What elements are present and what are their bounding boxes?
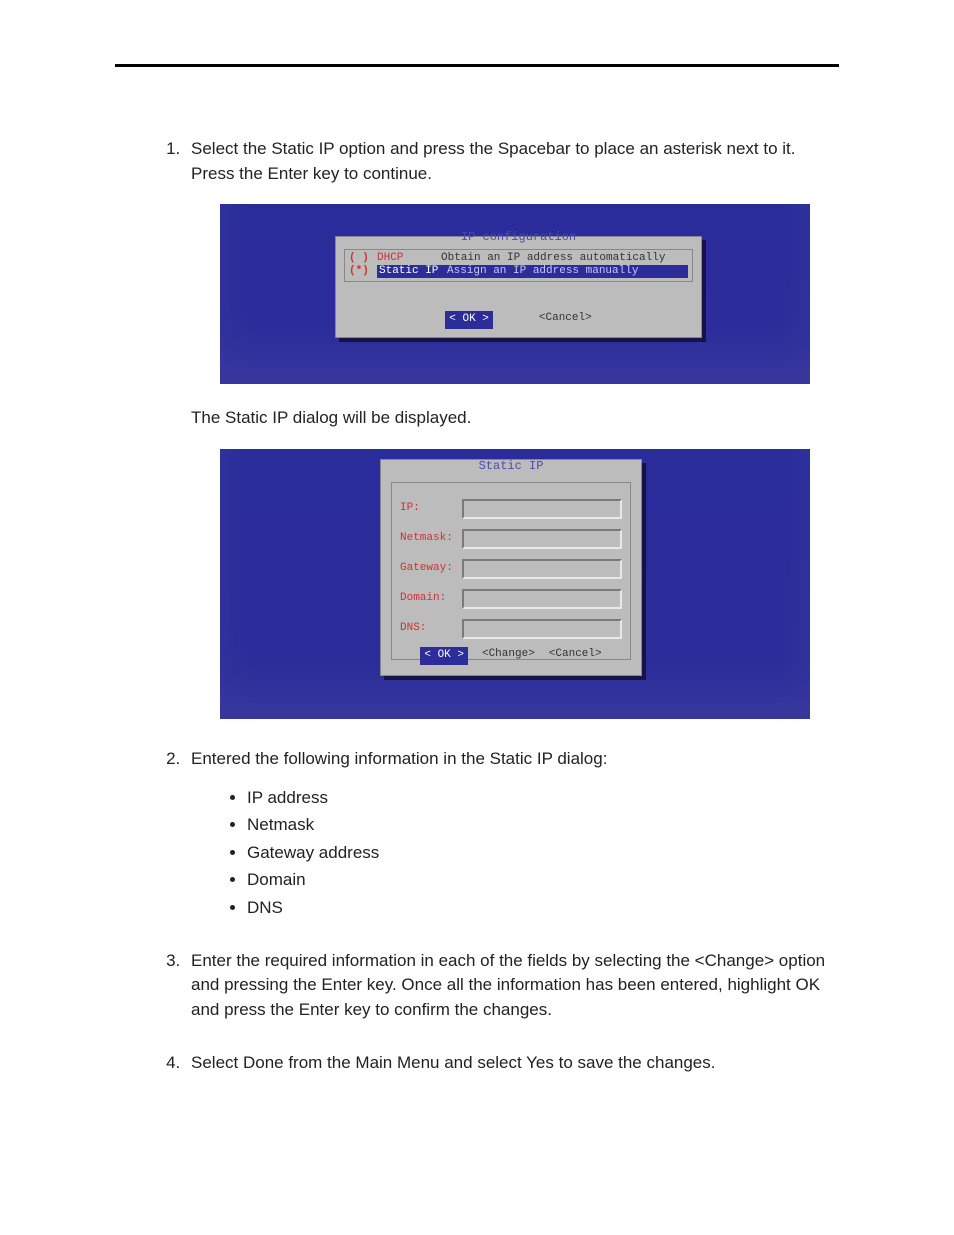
- field-dns: DNS:: [400, 619, 622, 639]
- cancel-button-2[interactable]: <Cancel>: [549, 647, 602, 665]
- radio-static-desc: Assign an IP address manually: [445, 265, 688, 278]
- input-netmask[interactable]: [462, 529, 622, 549]
- label-dns: DNS:: [400, 621, 462, 637]
- field-ip: IP:: [400, 499, 622, 519]
- screenshot-static-ip: Static IP IP: Netmask: Gateway: [191, 449, 839, 719]
- instruction-list: Select the Static IP option and press th…: [115, 137, 839, 1075]
- ip-configuration-dialog: IP configuration ( ) DHCP Obtain an IP a…: [335, 236, 702, 338]
- radio-static-label: Static IP: [377, 265, 445, 278]
- bullet-dns: DNS: [247, 896, 839, 921]
- radio-dhcp[interactable]: ( ) DHCP Obtain an IP address automatica…: [349, 252, 688, 265]
- step-1-text: Select the Static IP option and press th…: [191, 139, 796, 183]
- radio-static-mark: (*): [349, 265, 377, 278]
- document-page: Select the Static IP option and press th…: [0, 0, 954, 1163]
- field-domain: Domain:: [400, 589, 622, 609]
- console-background: IP configuration ( ) DHCP Obtain an IP a…: [220, 204, 810, 384]
- radio-static-ip[interactable]: (*) Static IP Assign an IP address manua…: [349, 265, 688, 278]
- header-rule: [115, 64, 839, 67]
- static-ip-dialog: Static IP IP: Netmask: Gateway: [380, 459, 642, 676]
- label-netmask: Netmask:: [400, 531, 462, 547]
- input-gateway[interactable]: [462, 559, 622, 579]
- step-2-bullets: IP address Netmask Gateway address Domai…: [191, 786, 839, 921]
- bullet-netmask: Netmask: [247, 813, 839, 838]
- radio-dhcp-mark: ( ): [349, 252, 377, 265]
- step-2-text: Entered the following information in the…: [191, 749, 607, 768]
- field-netmask: Netmask:: [400, 529, 622, 549]
- radio-group: ( ) DHCP Obtain an IP address automatica…: [344, 249, 693, 282]
- step-4: Select Done from the Main Menu and selec…: [185, 1051, 839, 1076]
- label-domain: Domain:: [400, 591, 462, 607]
- bullet-ip-address: IP address: [247, 786, 839, 811]
- screenshot-ip-configuration: IP configuration ( ) DHCP Obtain an IP a…: [191, 204, 839, 384]
- step-4-text: Select Done from the Main Menu and selec…: [191, 1053, 716, 1072]
- input-domain[interactable]: [462, 589, 622, 609]
- console-background-2: Static IP IP: Netmask: Gateway: [220, 449, 810, 719]
- step-1-after-text: The Static IP dialog will be displayed.: [191, 406, 839, 431]
- static-ip-form: IP: Netmask: Gateway:: [391, 482, 631, 660]
- step-3: Enter the required information in each o…: [185, 949, 839, 1023]
- label-gateway: Gateway:: [400, 561, 462, 577]
- dialog-title: IP configuration: [455, 229, 582, 246]
- ok-button-2[interactable]: < OK >: [420, 647, 468, 665]
- radio-dhcp-desc: Obtain an IP address automatically: [441, 252, 688, 265]
- dialog-button-row-2: < OK > <Change> <Cancel>: [381, 647, 641, 665]
- change-button[interactable]: <Change>: [482, 647, 535, 665]
- dialog-button-row: < OK > <Cancel>: [336, 311, 701, 329]
- field-gateway: Gateway:: [400, 559, 622, 579]
- radio-dhcp-label: DHCP: [377, 252, 441, 265]
- step-3-text: Enter the required information in each o…: [191, 951, 825, 1019]
- cancel-button[interactable]: <Cancel>: [539, 311, 592, 329]
- ok-button[interactable]: < OK >: [445, 311, 493, 329]
- bullet-gateway: Gateway address: [247, 841, 839, 866]
- dialog-title-2: Static IP: [479, 458, 544, 475]
- label-ip: IP:: [400, 501, 462, 517]
- bullet-domain: Domain: [247, 868, 839, 893]
- input-ip[interactable]: [462, 499, 622, 519]
- step-2: Entered the following information in the…: [185, 747, 839, 921]
- input-dns[interactable]: [462, 619, 622, 639]
- step-1: Select the Static IP option and press th…: [185, 137, 839, 719]
